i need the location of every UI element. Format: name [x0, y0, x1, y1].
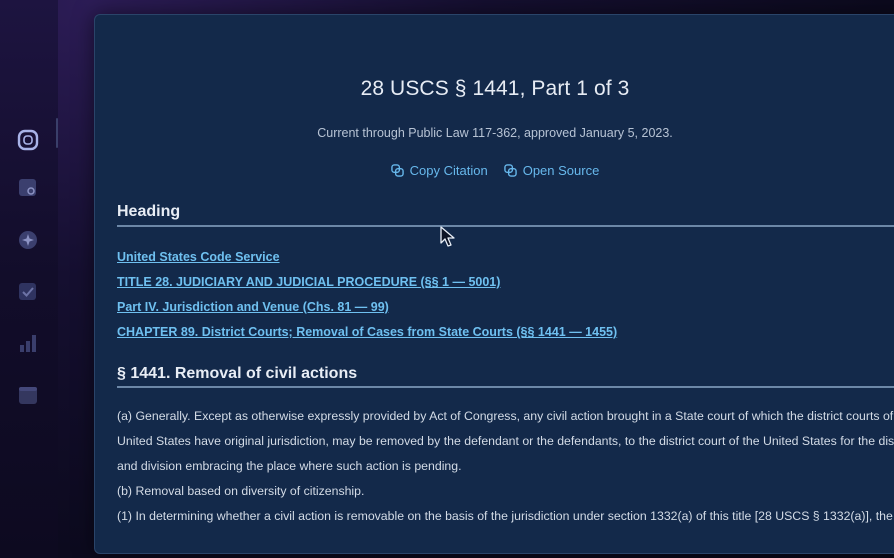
paragraph: United States have original jurisdiction… [117, 434, 894, 448]
breadcrumb-link-title[interactable]: TITLE 28. JUDICIARY AND JUDICIAL PROCEDU… [117, 274, 617, 299]
document-subtitle: Current through Public Law 117-362, appr… [317, 126, 673, 140]
heading-label: Heading [117, 203, 181, 220]
paragraph: (1) In determining whether a civil actio… [117, 509, 893, 523]
link-icon [390, 164, 404, 177]
document-panel: 28 USCS § 1441, Part 1 of 3 Current thro… [94, 14, 894, 554]
search-doc-icon[interactable] [17, 177, 39, 199]
section-title: § 1441. Removal of civil actions [117, 365, 358, 382]
copy-citation-label: Copy Citation [409, 163, 488, 178]
folder-icon[interactable] [17, 384, 39, 406]
check-icon[interactable] [17, 281, 39, 303]
breadcrumb: United States Code Service TITLE 28. JUD… [117, 249, 617, 349]
heading-divider [117, 225, 894, 227]
section-body: (a) Generally. Except as otherwise expre… [117, 408, 894, 533]
bar-chart-icon[interactable] [17, 332, 39, 354]
breadcrumb-link-part[interactable]: Part IV. Jurisdiction and Venue (Chs. 81… [117, 299, 617, 324]
document-actions: Copy Citation Open Source [95, 163, 894, 178]
sparkle-icon[interactable] [17, 229, 39, 251]
mouse-pointer-icon [440, 226, 455, 247]
copy-citation-button[interactable]: Copy Citation [390, 163, 488, 178]
open-source-button[interactable]: Open Source [503, 163, 600, 178]
open-source-label: Open Source [522, 163, 600, 178]
paragraph: (a) Generally. Except as otherwise expre… [117, 409, 894, 423]
paragraph: and division embracing the place where s… [117, 459, 462, 473]
sidebar-divider [56, 118, 58, 148]
breadcrumb-link-chapter[interactable]: CHAPTER 89. District Courts; Removal of … [117, 324, 617, 349]
breadcrumb-link-code-service[interactable]: United States Code Service [117, 249, 617, 274]
paragraph: (b) Removal based on diversity of citize… [117, 484, 365, 498]
document-title: 28 USCS § 1441, Part 1 of 3 [360, 77, 630, 100]
chat-icon[interactable] [17, 129, 39, 151]
sidebar [0, 0, 58, 558]
link-icon [503, 164, 517, 177]
section-divider [117, 386, 894, 388]
